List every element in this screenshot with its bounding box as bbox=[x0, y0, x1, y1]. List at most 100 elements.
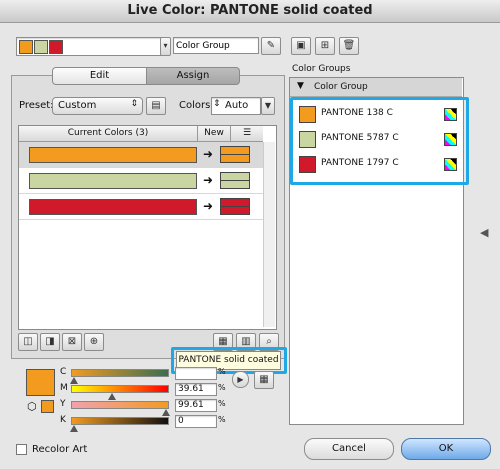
header-new-label: New bbox=[204, 128, 224, 138]
library-icon: ▥ bbox=[241, 336, 251, 347]
k-unit: % bbox=[218, 415, 226, 424]
y-value-field[interactable]: 99.61 bbox=[175, 399, 217, 412]
y-slider-thumb[interactable] bbox=[162, 409, 170, 416]
active-group-swatches[interactable] bbox=[16, 37, 162, 56]
document-icon: ▤ bbox=[151, 100, 161, 111]
color-group-name: Color Group bbox=[314, 82, 368, 92]
preset-select[interactable]: Custom ⇕ bbox=[52, 97, 143, 115]
trash-icon: 🗑 bbox=[342, 40, 356, 51]
c-slider-thumb[interactable] bbox=[70, 377, 78, 384]
y-unit: % bbox=[218, 399, 226, 408]
color-group-highlight bbox=[290, 97, 469, 185]
c-label: C bbox=[60, 367, 67, 377]
cancel-button-label: Cancel bbox=[332, 443, 366, 454]
color-play-button[interactable]: ▶ bbox=[232, 371, 249, 388]
c-unit: % bbox=[218, 367, 226, 376]
disclosure-triangle-icon[interactable]: ▼ bbox=[297, 81, 304, 91]
pencil-icon: ✎ bbox=[266, 40, 276, 51]
c-value-field[interactable] bbox=[175, 367, 217, 380]
new-group-button[interactable]: ⊞ bbox=[315, 37, 335, 55]
current-color-swatch[interactable] bbox=[29, 173, 197, 189]
merge-icon: ◫ bbox=[23, 336, 33, 347]
magnifier-icon: ⌕ bbox=[266, 336, 272, 347]
save-group-button[interactable]: ▣ bbox=[291, 37, 311, 55]
table-icon: ▦ bbox=[259, 374, 269, 385]
active-swatch-3 bbox=[49, 40, 63, 54]
table-scrollbar[interactable] bbox=[263, 142, 275, 327]
y-value: 99.61 bbox=[178, 400, 204, 410]
cube-icon: ⬡ bbox=[27, 400, 37, 413]
header-new[interactable]: New bbox=[198, 126, 231, 142]
k-slider-thumb[interactable] bbox=[70, 425, 78, 432]
preset-value: Custom bbox=[58, 100, 97, 111]
list-options-icon: ☰ bbox=[242, 128, 252, 138]
m-slider[interactable] bbox=[71, 385, 169, 393]
new-color-swatch[interactable] bbox=[220, 198, 250, 215]
y-slider[interactable] bbox=[71, 401, 169, 409]
stepper-arrows-icon: ⇕ bbox=[213, 99, 221, 109]
m-unit: % bbox=[218, 383, 226, 392]
delete-group-button[interactable]: 🗑 bbox=[339, 37, 359, 55]
y-label: Y bbox=[60, 399, 66, 409]
exclude-icon: ⊠ bbox=[67, 336, 77, 347]
new-row-icon: ⊕ bbox=[89, 336, 99, 347]
active-swatch-1 bbox=[19, 40, 33, 54]
table-row[interactable]: ➜ bbox=[19, 142, 263, 168]
color-preview-swatch bbox=[26, 369, 55, 396]
table-row[interactable]: ➜ bbox=[19, 194, 263, 220]
select-arrows-icon: ⇕ bbox=[130, 99, 138, 109]
new-row-button[interactable]: ⊕ bbox=[84, 333, 104, 351]
colors-count-value: Auto bbox=[225, 100, 249, 111]
play-icon: ▶ bbox=[237, 375, 244, 384]
k-value: 0 bbox=[178, 416, 184, 426]
table-options-button[interactable]: ☰ bbox=[231, 126, 263, 142]
color-mode-menu-button[interactable]: ▦ bbox=[254, 371, 274, 389]
header-current-colors[interactable]: Current Colors (3) bbox=[19, 126, 198, 142]
ok-button-label: OK bbox=[438, 443, 454, 454]
new-color-swatch[interactable] bbox=[220, 146, 250, 163]
color-group-header[interactable]: ▼ Color Group bbox=[290, 78, 462, 97]
merge-colors-button[interactable]: ◫ bbox=[18, 333, 38, 351]
small-color-swatch[interactable] bbox=[41, 400, 54, 413]
exclude-colors-button[interactable]: ⊠ bbox=[62, 333, 82, 351]
new-folder-icon: ⊞ bbox=[320, 40, 330, 51]
save-changes-button[interactable]: ✎ bbox=[261, 37, 281, 55]
tab-assign[interactable]: Assign bbox=[146, 67, 240, 85]
colors-label: Colors: bbox=[179, 100, 214, 111]
group-swatches-dropdown[interactable]: ▾ bbox=[160, 37, 171, 56]
new-color-swatch[interactable] bbox=[220, 172, 250, 189]
arrow-right-icon: ➜ bbox=[203, 173, 214, 187]
disk-icon: ▣ bbox=[296, 40, 306, 51]
tab-assign-label: Assign bbox=[176, 70, 210, 81]
k-label: K bbox=[60, 415, 66, 425]
colors-dropdown[interactable]: ▼ bbox=[261, 97, 275, 115]
group-name-input[interactable] bbox=[173, 37, 259, 54]
collapse-panel-icon[interactable]: ◀ bbox=[480, 226, 488, 239]
window-title: Live Color: PANTONE solid coated bbox=[0, 0, 500, 23]
current-color-swatch[interactable] bbox=[29, 147, 197, 163]
separate-colors-button[interactable]: ◨ bbox=[40, 333, 60, 351]
m-slider-thumb[interactable] bbox=[108, 393, 116, 400]
arrow-right-icon: ➜ bbox=[203, 147, 214, 161]
k-value-field[interactable]: 0 bbox=[175, 415, 217, 428]
recolor-art-checkbox[interactable] bbox=[16, 444, 27, 455]
k-slider[interactable] bbox=[71, 417, 169, 425]
live-color-dialog: Live Color: PANTONE solid coated ▾ ✎ ▣ ⊞… bbox=[0, 0, 500, 469]
active-swatch-2 bbox=[34, 40, 48, 54]
ok-button[interactable]: OK bbox=[401, 438, 491, 460]
cancel-button[interactable]: Cancel bbox=[304, 438, 394, 460]
m-value-field[interactable]: 39.61 bbox=[175, 383, 217, 396]
preset-options-button[interactable]: ▤ bbox=[146, 97, 166, 115]
c-slider[interactable] bbox=[71, 369, 169, 377]
table-row[interactable]: ➜ bbox=[19, 168, 263, 194]
preset-label: Preset: bbox=[19, 100, 54, 111]
m-value: 39.61 bbox=[178, 384, 204, 394]
recolor-art-label: Recolor Art bbox=[32, 444, 88, 455]
chevron-down-icon: ▼ bbox=[264, 101, 272, 110]
grid-icon: ▦ bbox=[218, 336, 228, 347]
arrow-right-icon: ➜ bbox=[203, 199, 214, 213]
tab-edit[interactable]: Edit bbox=[52, 67, 147, 85]
current-color-swatch[interactable] bbox=[29, 199, 197, 215]
colors-count-field[interactable]: ⇕ Auto bbox=[211, 97, 261, 115]
header-current-label: Current Colors (3) bbox=[67, 128, 149, 138]
